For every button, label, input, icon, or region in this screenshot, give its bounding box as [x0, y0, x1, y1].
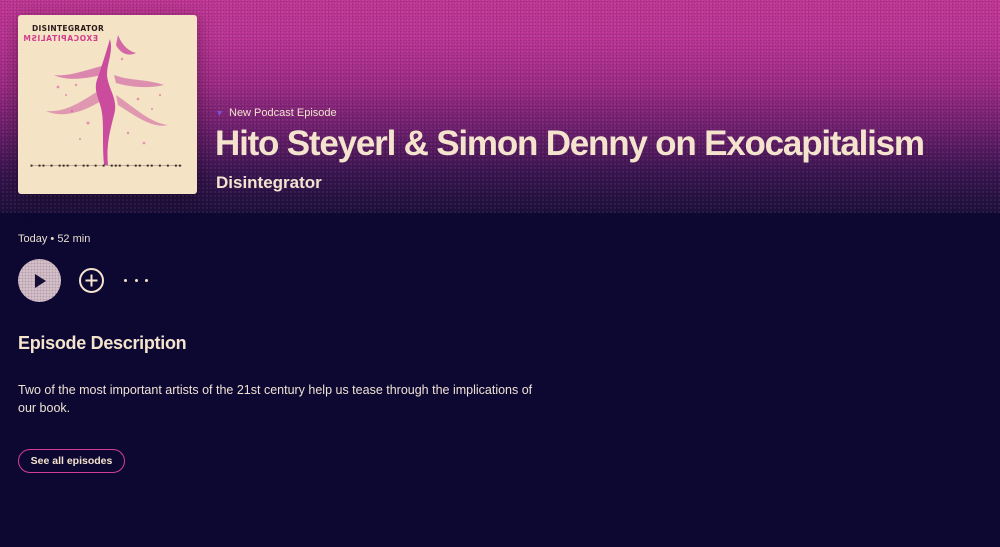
- episode-type-label: New Podcast Episode: [216, 107, 337, 119]
- plus-circle-icon: [85, 274, 98, 287]
- episode-description-heading: Episode Description: [18, 333, 187, 353]
- episode-title: Hito Steyerl & Simon Denny on Exocapital…: [215, 124, 925, 163]
- show-name-link[interactable]: Disintegrator: [216, 173, 322, 193]
- add-to-library-button[interactable]: [79, 268, 104, 293]
- more-horizontal-icon: [134, 278, 138, 282]
- more-options-button[interactable]: [124, 271, 148, 289]
- episode-meta: Today • 52 min: [18, 233, 91, 245]
- episode-cover-art: DISINTEGRATOR EXOCAPITALISM ▪ ▪▪ ▪ ▪▪▪ ▪…: [18, 15, 197, 194]
- cover-strip-decoration: ▪ ▪▪ ▪ ▪▪▪ ▪ ▪▪ ▪ ▪ ▪▪▪ ▪ ▪▪ ▪▪ ▪ ▪ ▪▪ ▪: [30, 163, 185, 169]
- episode-type-text: New Podcast Episode: [229, 107, 337, 119]
- podcast-badge-icon: [216, 110, 223, 116]
- see-all-episodes-button[interactable]: See all episodes: [18, 449, 125, 473]
- more-horizontal-icon: [145, 278, 148, 282]
- episode-description-text: Two of the most important artists of the…: [18, 383, 533, 415]
- play-button[interactable]: [18, 259, 61, 302]
- more-horizontal-icon: [124, 278, 127, 282]
- play-icon: [34, 273, 46, 288]
